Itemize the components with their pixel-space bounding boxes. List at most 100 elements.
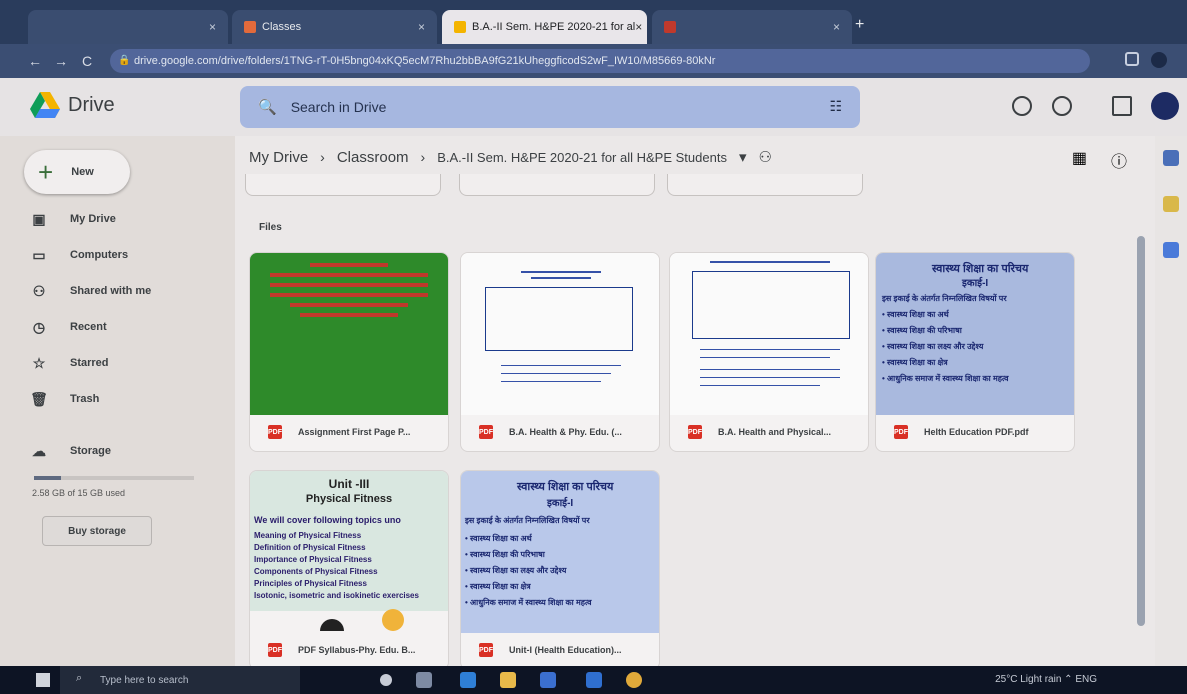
app-name: Drive — [68, 93, 115, 116]
tasks-icon[interactable] — [1163, 242, 1179, 258]
forward-button[interactable]: → — [48, 53, 74, 69]
thumb-line: • स्वास्थ्य शिक्षा का क्षेत्र — [465, 582, 531, 591]
file-explorer-icon[interactable] — [500, 672, 516, 688]
task-view-icon[interactable] — [416, 672, 432, 688]
settings-gear-icon[interactable] — [1052, 96, 1072, 116]
chevron-right-icon: › — [320, 149, 325, 165]
thumb-line: Meaning of Physical Fitness — [254, 531, 362, 540]
new-label: New — [71, 166, 94, 178]
keep-icon[interactable] — [1163, 196, 1179, 212]
computer-icon: ▭ — [32, 246, 46, 263]
files-section-label: Files — [259, 222, 282, 233]
sidebar-item-trash[interactable]: 🗑 Trash — [28, 388, 99, 410]
storage-used-text: 2.58 GB of 15 GB used — [32, 488, 126, 498]
breadcrumb-classroom[interactable]: Classroom — [337, 149, 409, 166]
back-button[interactable]: ← — [22, 53, 48, 69]
info-icon[interactable]: ⓘ — [1111, 148, 1127, 172]
reload-button[interactable]: C — [74, 53, 100, 69]
thumb-line: Isotonic, isometric and isokinetic exerc… — [254, 591, 419, 600]
file-thumbnail: स्वास्थ्य शिक्षा का परिचय इकाई-I इस इकाई… — [876, 253, 1074, 415]
sidebar-item-label: Storage — [70, 445, 111, 457]
file-thumbnail — [461, 253, 659, 415]
trash-icon: 🗑 — [30, 390, 48, 407]
scrollbar[interactable] — [1137, 236, 1145, 626]
search-bar[interactable]: 🔍 ☷ — [240, 86, 860, 128]
chevron-down-icon[interactable]: ▾ — [739, 148, 747, 166]
folder-card[interactable] — [667, 174, 863, 196]
taskbar-search[interactable]: ⌕ — [60, 666, 300, 694]
my-drive-icon: ▣ — [32, 210, 46, 227]
close-icon[interactable]: × — [833, 20, 840, 34]
close-icon[interactable]: × — [635, 20, 642, 34]
file-thumbnail — [250, 253, 448, 415]
breadcrumb-current-folder[interactable]: B.A.-II Sem. H&PE 2020-21 for all H&PE S… — [437, 150, 727, 165]
thumb-title: स्वास्थ्य शिक्षा का परिचय — [932, 263, 1029, 275]
help-icon[interactable] — [1012, 96, 1032, 116]
system-tray[interactable]: 25°C Light rain ⌃ ENG — [995, 674, 1097, 685]
file-card[interactable]: Unit -III Physical Fitness We will cover… — [249, 470, 449, 670]
folder-card[interactable] — [245, 174, 441, 196]
thumb-line: Definition of Physical Fitness — [254, 543, 366, 552]
address-bar-row: ← → C 🔒 drive.google.com/drive/folders/1… — [0, 44, 1187, 78]
extensions-icon[interactable] — [1125, 52, 1139, 66]
grid-view-icon[interactable]: ▦ — [1072, 148, 1087, 172]
taskbar-search-input[interactable] — [100, 666, 300, 694]
close-icon[interactable]: × — [209, 20, 216, 34]
file-card[interactable]: PDF B.A. Health & Phy. Edu. (... — [460, 252, 660, 452]
thumb-line: • स्वास्थ्य शिक्षा का अर्थ — [882, 310, 949, 319]
new-button[interactable]: + New — [24, 150, 130, 194]
windows-start-icon[interactable] — [36, 673, 50, 687]
drive-logo[interactable]: Drive — [30, 92, 115, 118]
thumb-line: • स्वास्थ्य शिक्षा का लक्ष्य और उद्देश्य — [882, 342, 984, 351]
file-card[interactable]: स्वास्थ्य शिक्षा का परिचय इकाई-I इस इकाई… — [460, 470, 660, 670]
storage-bar — [34, 476, 194, 480]
star-icon: ☆ — [32, 354, 46, 371]
breadcrumb-my-drive[interactable]: My Drive — [249, 149, 308, 166]
browser-tab-1[interactable]: × — [28, 10, 228, 44]
file-card[interactable]: PDF B.A. Health and Physical... — [669, 252, 869, 452]
buy-storage-button[interactable]: Buy storage — [42, 516, 152, 546]
chrome-icon[interactable] — [626, 672, 642, 688]
cortana-icon[interactable] — [380, 674, 392, 686]
new-tab-button[interactable]: + — [855, 16, 864, 34]
folder-card[interactable] — [459, 174, 655, 196]
sidebar-item-shared[interactable]: ⚇ Shared with me — [28, 280, 152, 302]
browser-tab-active[interactable]: B.A.-II Sem. H&PE 2020-21 for al × — [442, 10, 647, 44]
edge-icon[interactable] — [460, 672, 476, 688]
sidebar-item-my-drive[interactable]: ▣ My Drive — [28, 208, 115, 230]
search-options-icon[interactable]: ☷ — [829, 98, 842, 115]
file-card[interactable]: स्वास्थ्य शिक्षा का परिचय इकाई-I इस इकाई… — [875, 252, 1075, 452]
store-icon[interactable] — [540, 672, 556, 688]
file-name: Assignment First Page P... — [298, 427, 411, 437]
sidebar-item-recent[interactable]: ◷ Recent — [28, 316, 107, 338]
account-avatar[interactable] — [1151, 92, 1179, 120]
thumb-line: • स्वास्थ्य शिक्षा की परिभाषा — [882, 326, 962, 335]
sidebar-item-storage[interactable]: ☁ Storage — [28, 440, 111, 462]
file-card[interactable]: PDF Assignment First Page P... — [249, 252, 449, 452]
thumb-line: इस इकाई के अंतर्गत निम्नलिखित विषयों पर — [882, 294, 1007, 303]
classroom-favicon-icon — [244, 21, 256, 33]
profile-avatar[interactable] — [1151, 52, 1167, 68]
thumb-line: Importance of Physical Fitness — [254, 555, 372, 564]
apps-grid-icon[interactable] — [1112, 96, 1132, 116]
sidebar-item-computers[interactable]: ▭ Computers — [28, 244, 128, 266]
sidebar-item-starred[interactable]: ☆ Starred — [28, 352, 109, 374]
browser-tab-2[interactable]: Classes × — [232, 10, 437, 44]
tab-label: B.A.-II Sem. H&PE 2020-21 for al — [472, 21, 636, 33]
browser-tab-4[interactable]: × — [652, 10, 852, 44]
thumb-line: Principles of Physical Fitness — [254, 579, 367, 588]
mail-icon[interactable] — [586, 672, 602, 688]
drive-favicon-icon — [454, 21, 466, 33]
thumb-line: इस इकाई के अंतर्गत निम्नलिखित विषयों पर — [465, 516, 590, 525]
shared-folder-icon: ⚇ — [758, 149, 772, 166]
close-icon[interactable]: × — [418, 20, 425, 34]
url-bar[interactable]: 🔒 drive.google.com/drive/folders/1TNG-rT… — [110, 49, 1090, 73]
thumb-subtitle: Physical Fitness — [305, 493, 393, 505]
sidebar-item-label: Shared with me — [70, 285, 152, 297]
sidebar-item-label: Computers — [70, 249, 129, 261]
pdf-file-icon: PDF — [688, 425, 702, 439]
search-icon[interactable]: 🔍 — [258, 98, 277, 116]
file-name: PDF Syllabus-Phy. Edu. B... — [298, 645, 416, 655]
search-input[interactable] — [290, 99, 811, 115]
calendar-icon[interactable] — [1163, 150, 1179, 166]
